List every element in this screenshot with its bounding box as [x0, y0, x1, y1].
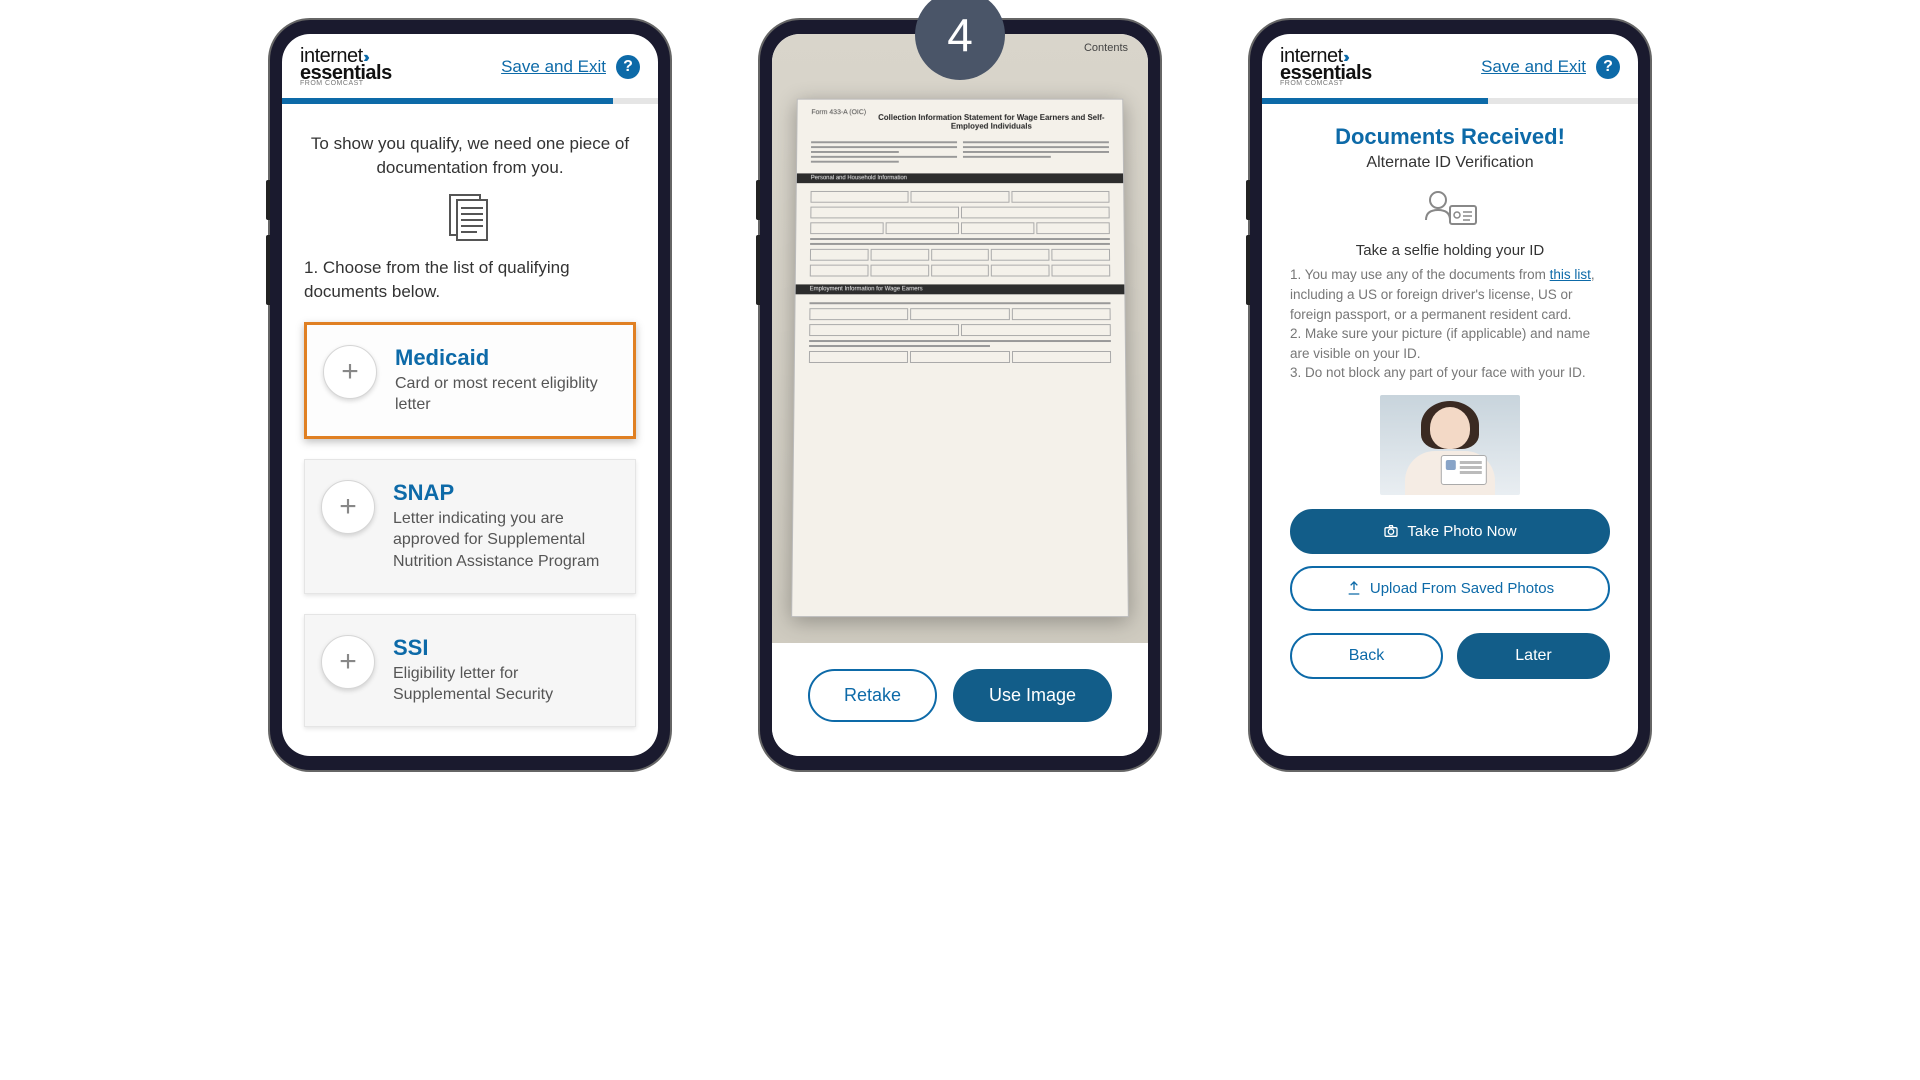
instruction-list: 1. You may use any of the documents from…	[1290, 265, 1610, 382]
document-option-ssi[interactable]: + SSI Eligibility letter for Supplementa…	[304, 614, 636, 727]
app-header: internet ›› essentials FROM COMCAST Save…	[282, 34, 658, 94]
take-photo-button[interactable]: Take Photo Now	[1290, 509, 1610, 554]
add-icon[interactable]: +	[323, 345, 377, 399]
camera-icon	[1383, 523, 1399, 539]
form-code: 433-A (OIC)	[829, 109, 866, 116]
app-header: internet ›› essentials FROM COMCAST Save…	[1262, 34, 1638, 94]
screen-documents-received: internet ›› essentials FROM COMCAST Save…	[1262, 34, 1638, 756]
option-title: SNAP	[393, 480, 619, 506]
option-title: SSI	[393, 635, 619, 661]
camera-action-row: Retake Use Image	[772, 643, 1148, 756]
logo-line2: essentials	[1280, 65, 1372, 81]
phone-side-button	[1246, 235, 1250, 305]
camera-viewfinder: Contents Form 433-A (OIC) Collection Inf…	[772, 34, 1148, 643]
phone-frame-1: internet ›› essentials FROM COMCAST Save…	[270, 20, 670, 770]
option-description: Card or most recent eligiblity letter	[395, 373, 617, 416]
this-list-link[interactable]: this list	[1550, 267, 1591, 282]
contents-label: Contents	[1084, 42, 1128, 54]
phone-side-button	[756, 180, 760, 220]
option-description: Letter indicating you are approved for S…	[393, 508, 619, 573]
upload-photo-label: Upload From Saved Photos	[1370, 580, 1554, 597]
upload-photo-button[interactable]: Upload From Saved Photos	[1290, 566, 1610, 611]
take-photo-label: Take Photo Now	[1407, 523, 1516, 540]
screen-qualifying-documents: internet ›› essentials FROM COMCAST Save…	[282, 34, 658, 756]
selfie-example-image	[1290, 395, 1610, 495]
screen-camera-capture: Contents Form 433-A (OIC) Collection Inf…	[772, 34, 1148, 756]
help-icon[interactable]: ?	[1596, 55, 1620, 79]
brand-logo: internet ›› essentials FROM COMCAST	[300, 48, 392, 86]
page-title: Documents Received!	[1290, 124, 1610, 150]
phone-side-button	[1246, 180, 1250, 220]
instruction-item-3: 3. Do not block any part of your face wi…	[1290, 363, 1610, 383]
form-title: Collection Information Statement for Wag…	[874, 113, 1109, 130]
instruction-item-2: 2. Make sure your picture (if applicable…	[1290, 324, 1610, 363]
section-header: Personal and Household Information	[797, 173, 1123, 183]
instruction-item-1: 1. You may use any of the documents from…	[1290, 265, 1610, 324]
add-icon[interactable]: +	[321, 635, 375, 689]
phone-frame-3: internet ›› essentials FROM COMCAST Save…	[1250, 20, 1650, 770]
add-icon[interactable]: +	[321, 480, 375, 534]
help-icon[interactable]: ?	[616, 55, 640, 79]
document-icon	[304, 194, 636, 242]
captured-document: Form 433-A (OIC) Collection Information …	[791, 99, 1129, 617]
upload-icon	[1346, 580, 1362, 596]
brand-logo: internet ›› essentials FROM COMCAST	[1280, 48, 1372, 86]
page-subtitle: Alternate ID Verification	[1290, 154, 1610, 172]
intro-text: To show you qualify, we need one piece o…	[304, 132, 636, 180]
phone-frame-2: 4 Contents Form 433-A (OIC) Collection I…	[760, 20, 1160, 770]
phone-side-button	[266, 180, 270, 220]
save-and-exit-link[interactable]: Save and Exit	[1481, 57, 1586, 77]
logo-line2: essentials	[300, 65, 392, 81]
back-button[interactable]: Back	[1290, 633, 1443, 679]
save-and-exit-link[interactable]: Save and Exit	[501, 57, 606, 77]
option-description: Eligibility letter for Supplemental Secu…	[393, 663, 619, 706]
step-instruction: 1. Choose from the list of qualifying do…	[304, 256, 636, 304]
phone-side-button	[756, 235, 760, 305]
option-title: Medicaid	[395, 345, 617, 371]
use-image-button[interactable]: Use Image	[953, 669, 1112, 722]
lead-instruction: Take a selfie holding your ID	[1290, 242, 1610, 259]
person-id-icon	[1290, 188, 1610, 232]
section-header: Employment Information for Wage Earners	[796, 284, 1125, 294]
document-option-medicaid[interactable]: + Medicaid Card or most recent eligiblit…	[304, 322, 636, 439]
later-button[interactable]: Later	[1457, 633, 1610, 679]
retake-button[interactable]: Retake	[808, 669, 937, 722]
document-option-snap[interactable]: + SNAP Letter indicating you are approve…	[304, 459, 636, 594]
phone-side-button	[266, 235, 270, 305]
